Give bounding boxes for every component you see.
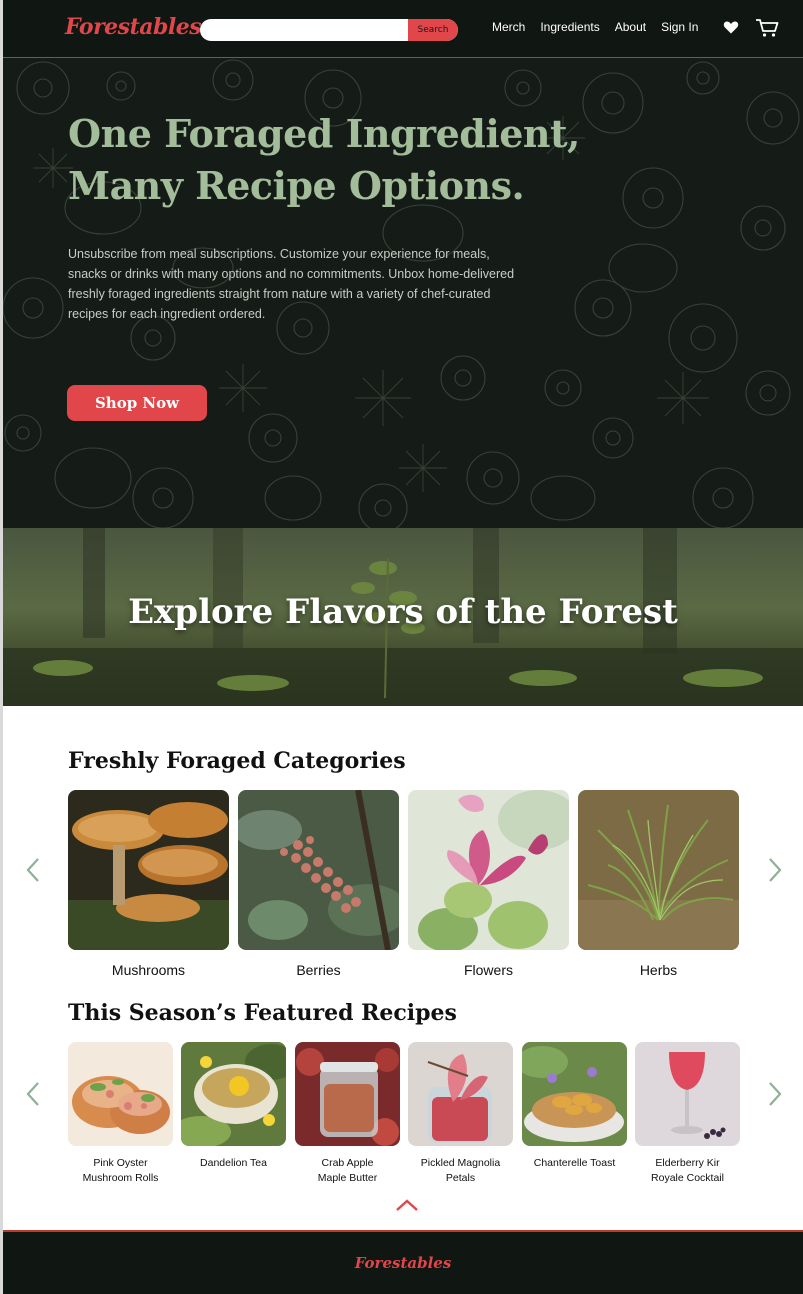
categories-next-arrow[interactable]: [767, 857, 783, 883]
recipe-label-line1: Pickled Magnolia: [420, 1157, 501, 1169]
berries-image: [234, 789, 408, 951]
dandelion-tea-image: [171, 1042, 297, 1148]
flowers-image: [408, 790, 578, 952]
recipe-card[interactable]: Crab Apple Maple Butter: [295, 1042, 400, 1186]
recipe-label-line2: Mushroom Rolls: [82, 1172, 159, 1184]
recipe-card[interactable]: Chanterelle Toast: [516, 1042, 627, 1171]
shop-now-button[interactable]: Shop Now: [67, 385, 207, 421]
category-label: Berries: [296, 962, 341, 978]
recipe-card[interactable]: Pickled Magnolia Petals: [408, 1042, 513, 1186]
mushrooms-image: [68, 790, 229, 950]
footer: Forestables: [3, 1230, 803, 1294]
hero-section: One Foraged Ingredient, Many Recipe Opti…: [3, 58, 803, 528]
hero-title-line1: One Foraged Ingredient,: [68, 111, 580, 156]
forest-banner-title: Explore Flavors of the Forest: [128, 592, 678, 632]
nav-link-ingredients[interactable]: Ingredients: [540, 20, 599, 34]
recipe-label: Elderberry Kir Royale Cocktail: [635, 1156, 740, 1186]
category-label: Flowers: [463, 962, 513, 978]
recipe-label-line1: Crab Apple: [321, 1157, 374, 1169]
hero-title: One Foraged Ingredient, Many Recipe Opti…: [68, 108, 628, 212]
elderberry-kir-image: [635, 1042, 740, 1146]
top-nav: Forestables Search Merch Ingredients Abo…: [3, 0, 803, 58]
recipe-label-line1: Chanterelle Toast: [533, 1157, 616, 1169]
recipe-card[interactable]: Dandelion Tea: [171, 1042, 297, 1171]
recipes-title: This Season’s Featured Recipes: [68, 1000, 457, 1026]
chevron-up-icon[interactable]: [395, 1198, 419, 1212]
recipe-card[interactable]: Elderberry Kir Royale Cocktail: [635, 1042, 740, 1186]
categories-prev-arrow[interactable]: [25, 857, 41, 883]
search-bar: Search: [200, 19, 458, 41]
hero-description: Unsubscribe from meal subscriptions. Cus…: [68, 247, 515, 321]
category-card-mushrooms[interactable]: Mushrooms: [68, 790, 229, 978]
recipe-label: Pink Oyster Mushroom Rolls: [68, 1156, 173, 1186]
nav-link-about[interactable]: About: [615, 20, 646, 34]
nav-link-sign-in[interactable]: Sign In: [661, 20, 698, 34]
recipe-label: Crab Apple Maple Butter: [295, 1156, 400, 1186]
category-card-flowers[interactable]: Flowers: [408, 790, 578, 978]
nav-links: Merch Ingredients About Sign In: [492, 20, 698, 34]
chanterelle-toast-image: [516, 1042, 627, 1146]
recipe-label-line2: Maple Butter: [317, 1172, 378, 1184]
recipe-label: Pickled Magnolia Petals: [408, 1156, 513, 1186]
recipes-next-arrow[interactable]: [767, 1081, 783, 1107]
hero-title-line2: Many Recipe Options.: [68, 163, 525, 208]
recipe-card[interactable]: Pink Oyster Mushroom Rolls: [68, 1042, 173, 1186]
recipe-label-line1: Elderberry Kir: [655, 1157, 720, 1169]
recipe-label-line1: Pink Oyster: [93, 1157, 148, 1169]
recipe-label-line2: Royale Cocktail: [651, 1172, 724, 1184]
category-card-herbs[interactable]: Herbs: [578, 790, 739, 978]
nav-link-merch[interactable]: Merch: [492, 20, 525, 34]
page: Forestables Search Merch Ingredients Abo…: [3, 0, 803, 1294]
recipe-label-line2: Petals: [445, 1172, 476, 1184]
recipes-prev-arrow[interactable]: [25, 1081, 41, 1107]
recipe-label: Chanterelle Toast: [522, 1156, 627, 1171]
crab-apple-butter-image: [295, 1042, 400, 1146]
pickled-magnolia-image: [408, 1042, 513, 1146]
category-label: Herbs: [639, 962, 678, 978]
heart-icon[interactable]: [723, 19, 739, 35]
pink-oyster-rolls-image: [68, 1042, 173, 1146]
search-input[interactable]: [200, 19, 408, 41]
herbs-image: [578, 790, 739, 950]
logo[interactable]: Forestables: [65, 14, 202, 40]
category-label: Mushrooms: [111, 962, 186, 978]
search-button[interactable]: Search: [408, 19, 458, 41]
category-card-berries[interactable]: Berries: [234, 789, 408, 978]
footer-logo[interactable]: Forestables: [3, 1254, 803, 1272]
recipe-label: Dandelion Tea: [181, 1156, 286, 1171]
recipe-label-line1: Dandelion Tea: [200, 1157, 267, 1169]
cart-icon[interactable]: [755, 18, 779, 38]
categories-title: Freshly Foraged Categories: [68, 748, 406, 774]
forest-banner: Explore Flavors of the Forest: [3, 528, 803, 706]
